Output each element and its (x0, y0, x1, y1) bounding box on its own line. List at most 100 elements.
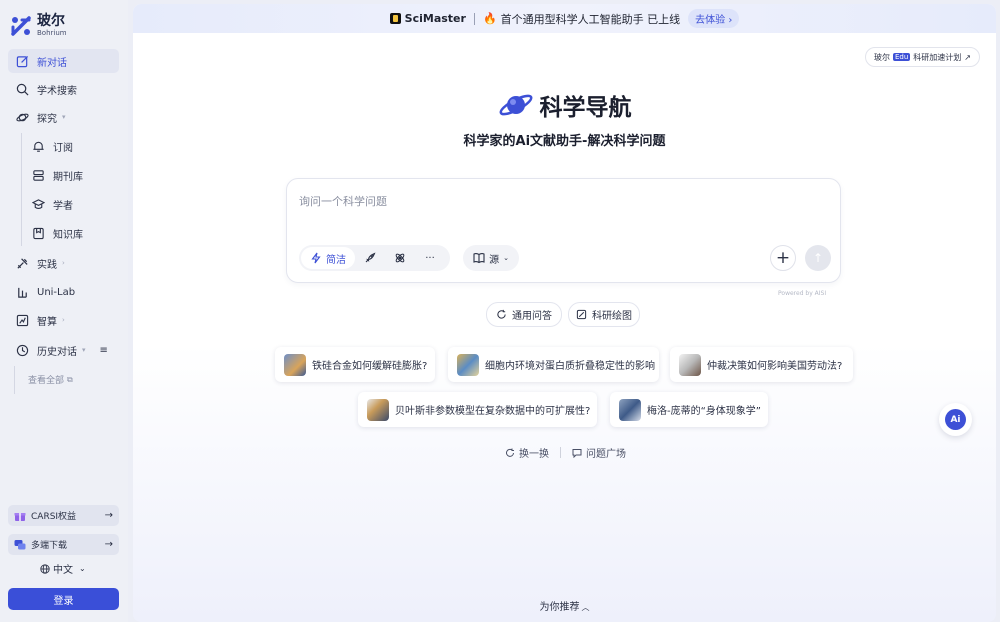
edit-icon (16, 55, 29, 67)
menu-icon[interactable]: ≡ (100, 345, 108, 356)
refresh-icon (506, 448, 514, 457)
question-square-button[interactable]: 问题广场 (572, 445, 626, 460)
atom-icon (395, 253, 405, 263)
page-title-text: 科学导航 (539, 95, 632, 121)
chevron-right-icon: › (62, 316, 65, 324)
sidebar-item-label: Uni-Lab (37, 286, 76, 298)
multi-device-download-button[interactable]: 多端下载 → (8, 534, 119, 555)
brand-logo[interactable]: 玻尔 Bohrium (10, 14, 67, 37)
planet-icon (16, 113, 29, 121)
bohrium-logo-icon (11, 15, 31, 36)
arrow-right-icon: → (104, 510, 113, 521)
chat-square-icon (572, 448, 582, 458)
sidebar-item-label: 探究 (37, 113, 57, 125)
edu-badge: Edu (892, 53, 911, 61)
refresh-label: 换一换 (519, 449, 549, 460)
accel-label: 科研加速计划 (913, 52, 962, 62)
general-qa-label: 通用问答 (512, 311, 552, 322)
sidebar-item-label: 订阅 (53, 142, 73, 154)
globe-icon (40, 563, 50, 574)
scholar-icon (32, 198, 45, 209)
question-thumbnail (367, 398, 389, 421)
question-composer: 简洁 ··· 源 ⌄ + ↑ (286, 178, 841, 283)
sidebar-item-label: 实践 (37, 259, 57, 271)
banner-divider (473, 12, 475, 25)
page-title: 科学导航 (133, 88, 996, 122)
knowledge-icon (33, 227, 44, 239)
mode-selector: 简洁 ··· (299, 245, 450, 271)
suggested-question-card[interactable]: 仲裁决策如何影响美国劳动法? (670, 347, 853, 382)
refresh-chat-icon (497, 309, 506, 319)
sidebar-item-subscribe[interactable]: 订阅 (8, 134, 119, 158)
sidebar-item-scholars[interactable]: 学者 (8, 192, 119, 216)
chevron-down-icon: ▾ (82, 346, 86, 354)
recommend-toggle[interactable]: 为你推荐 ︿ (133, 598, 996, 613)
lab-icon (18, 287, 27, 298)
banner-try-button[interactable]: 去体验 › (688, 9, 740, 28)
brand-name-en: Bohrium (37, 29, 67, 37)
sidebar-item-uni-lab[interactable]: Uni-Lab (8, 280, 119, 304)
sidebar-item-practice[interactable]: 实践 › (8, 251, 119, 275)
sidebar-item-new-chat[interactable]: 新对话 (8, 49, 119, 73)
tools-icon (17, 257, 28, 269)
refresh-questions-button[interactable]: 换一换 (505, 445, 549, 460)
powered-by-label: Powered by AISI (778, 290, 827, 297)
sidebar-item-knowledge-base[interactable]: 知识库 (8, 221, 119, 245)
question-thumbnail (284, 353, 306, 376)
suggested-question-card[interactable]: 贝叶斯非参数模型在复杂数据中的可扩展性? (358, 392, 597, 427)
source-selector[interactable]: 源 ⌄ (463, 245, 519, 271)
chevron-down-icon: ⌄ (79, 564, 86, 573)
announcement-banner[interactable]: SciMaster 🔥 首个通用型科学人工智能助手 已上线 去体验 › (133, 4, 996, 33)
sidebar-item-label: 学者 (53, 200, 73, 212)
sidebar-item-explore[interactable]: 探究 ▾ (8, 105, 119, 129)
accel-prefix: 玻尔 (873, 52, 890, 62)
sidebar-item-compute[interactable]: 智算 › (8, 308, 119, 332)
chat-bubbles-icon (14, 539, 26, 549)
suggested-question-card[interactable]: 细胞内环境对蛋白质折叠稳定性的影响 (448, 347, 659, 382)
carsi-benefits-button[interactable]: CARSI权益 → (8, 505, 119, 526)
bell-icon (33, 141, 44, 152)
sidebar-item-journals[interactable]: 期刊库 (8, 163, 119, 187)
recommend-label: 为你推荐 (539, 602, 580, 613)
suggested-question-card[interactable]: 梅洛-庞蒂的“身体现象学” (610, 392, 768, 427)
page-subtitle: 科学家的Aⅰ文献助手-解决科学问题 (463, 134, 666, 149)
sidebar-item-label: 知识库 (53, 229, 83, 241)
more-options-button[interactable]: ··· (415, 247, 445, 269)
general-qa-chip[interactable]: 通用问答 (486, 302, 562, 327)
mode-concise-label: 简洁 (326, 254, 346, 266)
compute-icon (16, 314, 29, 326)
brand-name-zh: 玻尔 (37, 13, 65, 29)
sidebar-item-label: 智算 (37, 316, 57, 328)
history-icon (16, 344, 29, 356)
question-text: 贝叶斯非参数模型在复杂数据中的可扩展性? (395, 406, 591, 417)
login-button[interactable]: 登录 (8, 588, 119, 610)
suggested-question-card[interactable]: 铁硅合金如何缓解硅膨胀? (275, 347, 435, 382)
sidebar-item-academic-search[interactable]: 学术搜索 (8, 77, 119, 101)
arrow-up-icon: ↑ (812, 251, 824, 265)
language-selector[interactable]: 中文 ⌄ (40, 561, 86, 576)
gift-icon (14, 512, 26, 521)
add-attachment-button[interactable]: + (770, 245, 796, 271)
mode-atom-button[interactable] (385, 247, 415, 269)
language-label: 中文 (53, 565, 73, 576)
database-icon (33, 169, 44, 181)
question-text: 细胞内环境对蛋白质折叠稳定性的影响 (485, 361, 655, 372)
chevron-right-icon: › (62, 259, 65, 267)
view-all-label: 查看全部 (28, 376, 65, 386)
send-button[interactable]: ↑ (805, 245, 831, 271)
mode-concise-button[interactable]: 简洁 (301, 247, 355, 269)
question-input[interactable] (299, 191, 829, 211)
arrow-right-icon: → (104, 539, 113, 550)
view-all-link[interactable]: 查看全部 ⧉ (28, 373, 73, 387)
ai-assistant-button[interactable]: Ai (939, 403, 972, 436)
research-drawing-chip[interactable]: 科研绘图 (568, 302, 640, 327)
fire-icon: 🔥 (482, 12, 497, 25)
mode-rocket-button[interactable] (355, 247, 385, 269)
question-text: 铁硅合金如何缓解硅膨胀? (312, 361, 428, 372)
external-link-icon: ⧉ (67, 374, 73, 384)
chevron-up-icon: ︿ (581, 603, 590, 612)
sidebar-item-history[interactable]: 历史对话 ▾ ≡ (8, 338, 119, 362)
research-acceleration-link[interactable]: 玻尔 Edu 科研加速计划 ↗ (864, 47, 980, 67)
history-divider (14, 366, 15, 394)
sidebar-item-label: 学术搜索 (37, 85, 77, 97)
